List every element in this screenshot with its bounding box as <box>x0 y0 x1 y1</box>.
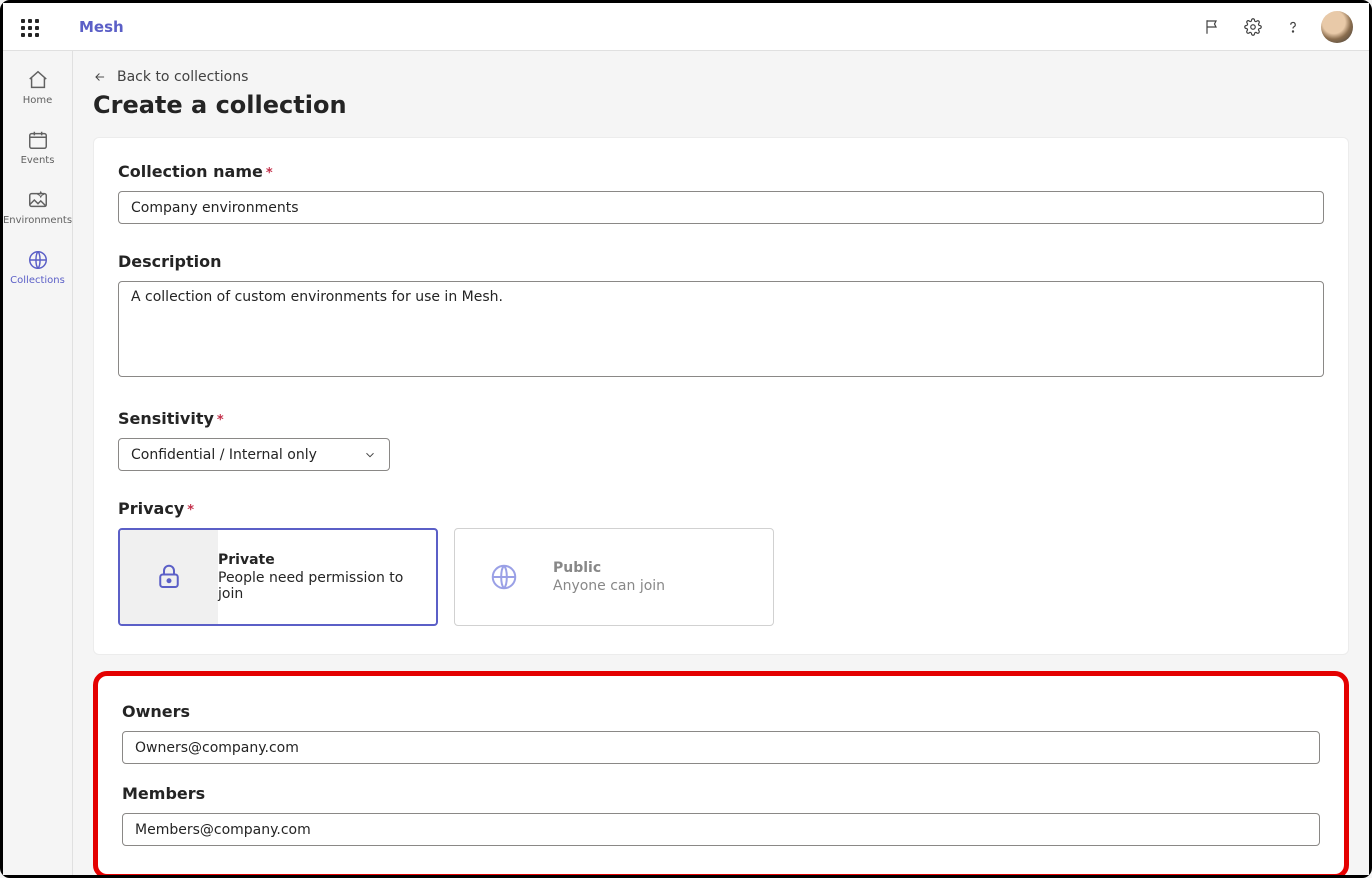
globe-icon <box>489 562 519 592</box>
avatar[interactable] <box>1321 11 1353 43</box>
calendar-icon <box>26 128 50 152</box>
content-scroll[interactable]: Back to collections Create a collection … <box>73 51 1369 875</box>
globe-icon <box>26 248 50 272</box>
brand-title[interactable]: Mesh <box>79 18 124 36</box>
image-sparkle-icon <box>26 188 50 212</box>
collection-name-input[interactable] <box>118 191 1324 224</box>
arrow-left-icon <box>93 70 107 84</box>
sidebar: Home Events Environments Collections <box>3 51 73 875</box>
sensitivity-select[interactable]: Confidential / Internal only <box>118 438 390 471</box>
name-label: Collection name* <box>118 162 1324 181</box>
privacy-option-private[interactable]: Private People need permission to join <box>118 528 438 626</box>
sidebar-item-label: Events <box>21 155 55 166</box>
main-layout: Home Events Environments Collections Bac… <box>3 51 1369 875</box>
owners-members-card: Owners Members <box>93 671 1349 875</box>
members-label: Members <box>122 784 1320 803</box>
sidebar-item-home[interactable]: Home <box>6 59 70 115</box>
privacy-label: Privacy* <box>118 499 1324 518</box>
collection-form-card: Collection name* Description Sensitivity… <box>93 137 1349 655</box>
description-label: Description <box>118 252 1324 271</box>
help-icon[interactable] <box>1273 7 1313 47</box>
sidebar-item-label: Home <box>23 95 53 106</box>
chevron-down-icon <box>363 448 377 462</box>
privacy-option-sub: People need permission to join <box>218 570 424 602</box>
page-title: Create a collection <box>93 91 1349 119</box>
privacy-option-title: Public <box>553 560 761 576</box>
gear-icon[interactable] <box>1233 7 1273 47</box>
lock-icon <box>154 562 184 592</box>
owners-label: Owners <box>122 702 1320 721</box>
privacy-option-sub: Anyone can join <box>553 578 761 594</box>
app-launcher-icon[interactable] <box>19 17 39 37</box>
top-bar: Mesh <box>3 3 1369 51</box>
privacy-option-title: Private <box>218 552 424 568</box>
flag-icon[interactable] <box>1193 7 1233 47</box>
members-input[interactable] <box>122 813 1320 846</box>
description-textarea[interactable] <box>118 281 1324 377</box>
sensitivity-label: Sensitivity* <box>118 409 1324 428</box>
back-label: Back to collections <box>117 69 248 85</box>
home-icon <box>26 68 50 92</box>
sidebar-item-label: Collections <box>10 275 65 286</box>
sidebar-item-environments[interactable]: Environments <box>6 179 70 235</box>
sidebar-item-events[interactable]: Events <box>6 119 70 175</box>
sidebar-item-collections[interactable]: Collections <box>6 239 70 295</box>
owners-input[interactable] <box>122 731 1320 764</box>
back-to-collections-link[interactable]: Back to collections <box>93 69 1349 85</box>
sensitivity-value: Confidential / Internal only <box>131 447 363 463</box>
sidebar-item-label: Environments <box>3 215 72 226</box>
privacy-option-public[interactable]: Public Anyone can join <box>454 528 774 626</box>
